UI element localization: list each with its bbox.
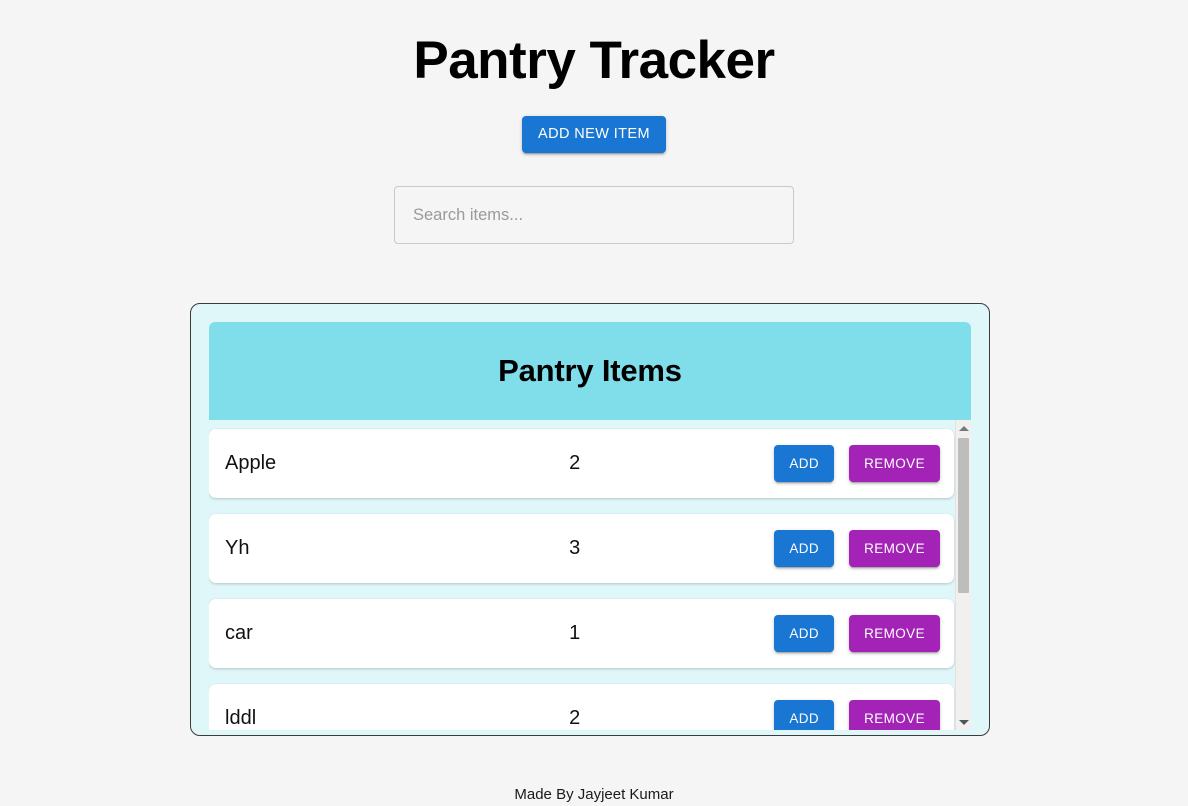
item-name: car	[225, 622, 253, 644]
add-item-button[interactable]: ADD	[774, 615, 835, 652]
pantry-panel: Pantry Items Apple 2 ADD REMOVE Yh 3 ADD	[190, 303, 990, 736]
item-actions: ADD REMOVE	[774, 700, 940, 730]
table-row: Yh 3 ADD REMOVE	[209, 514, 954, 583]
pantry-panel-header: Pantry Items	[209, 322, 971, 420]
footer-credit: Made By Jayjeet Kumar	[514, 786, 674, 803]
item-quantity: 3	[569, 537, 581, 559]
table-row: Apple 2 ADD REMOVE	[209, 429, 954, 498]
triangle-down-icon	[958, 719, 969, 725]
search-input[interactable]	[394, 186, 794, 244]
add-item-button[interactable]: ADD	[774, 445, 835, 482]
item-quantity: 2	[569, 707, 581, 729]
search-bar	[0, 186, 1188, 244]
table-row: car 1 ADD REMOVE	[209, 599, 954, 668]
remove-item-button[interactable]: REMOVE	[849, 615, 940, 652]
scroll-down-button[interactable]	[956, 714, 971, 730]
add-new-item-button[interactable]: ADD NEW ITEM	[522, 116, 666, 153]
item-quantity: 2	[569, 452, 581, 474]
item-quantity: 1	[569, 622, 581, 644]
item-name: Apple	[225, 452, 277, 474]
remove-item-button[interactable]: REMOVE	[849, 445, 940, 482]
app-root: Pantry Tracker ADD NEW ITEM Pantry Items…	[0, 0, 1188, 806]
list-scrollbar[interactable]	[955, 420, 971, 730]
triangle-up-icon	[958, 425, 969, 431]
pantry-item-list-inner: Apple 2 ADD REMOVE Yh 3 ADD REMOVE car 1…	[209, 420, 954, 730]
remove-item-button[interactable]: REMOVE	[849, 700, 940, 730]
page-title: Pantry Tracker	[413, 31, 775, 90]
item-actions: ADD REMOVE	[774, 615, 940, 652]
item-name: lddl	[225, 707, 257, 729]
add-new-item-bar: ADD NEW ITEM	[0, 116, 1188, 153]
table-row: lddl 2 ADD REMOVE	[209, 684, 954, 730]
pantry-panel-title: Pantry Items	[498, 353, 682, 388]
remove-item-button[interactable]: REMOVE	[849, 530, 940, 567]
item-actions: ADD REMOVE	[774, 530, 940, 567]
scrollbar-thumb[interactable]	[958, 438, 969, 593]
pantry-item-list: Apple 2 ADD REMOVE Yh 3 ADD REMOVE car 1…	[209, 420, 971, 730]
add-item-button[interactable]: ADD	[774, 700, 835, 730]
scroll-up-button[interactable]	[956, 420, 971, 436]
item-name: Yh	[225, 537, 250, 559]
item-actions: ADD REMOVE	[774, 445, 940, 482]
add-item-button[interactable]: ADD	[774, 530, 835, 567]
